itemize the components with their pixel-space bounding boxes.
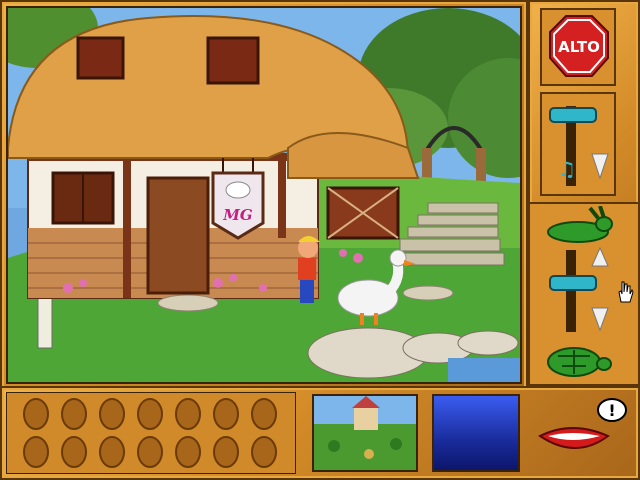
arrow-down-icon[interactable] <box>591 307 609 332</box>
mouth-speech-icon[interactable]: ! <box>532 396 632 470</box>
music-note-icon: ♫ <box>558 157 576 181</box>
character-portrait-box[interactable] <box>432 394 520 472</box>
speed-slider-handle[interactable] <box>549 275 597 291</box>
arrow-down-icon[interactable] <box>591 153 609 180</box>
rabbit-icon[interactable] <box>538 206 614 246</box>
hand-pointer-icon <box>618 281 634 303</box>
svg-text:!: ! <box>608 401 615 420</box>
volume-slider-handle[interactable] <box>549 107 597 123</box>
map-icon <box>314 396 416 470</box>
stop-label: ALTO <box>558 38 600 56</box>
inventory-panel[interactable] <box>6 392 296 474</box>
speed-slider[interactable] <box>546 246 612 336</box>
volume-slider[interactable]: ♫ <box>546 96 612 192</box>
game-window: MG ALTO ♫ ! <box>0 0 640 480</box>
stop-button[interactable]: ALTO <box>548 14 610 78</box>
arrow-up-icon[interactable] <box>591 246 609 267</box>
turtle-icon[interactable] <box>538 340 614 380</box>
game-scene[interactable]: MG <box>6 6 522 384</box>
sign-text: MG <box>222 206 253 224</box>
map-button[interactable] <box>312 394 418 472</box>
scene-illustration: MG <box>8 8 520 382</box>
cottage-door[interactable] <box>146 176 210 295</box>
